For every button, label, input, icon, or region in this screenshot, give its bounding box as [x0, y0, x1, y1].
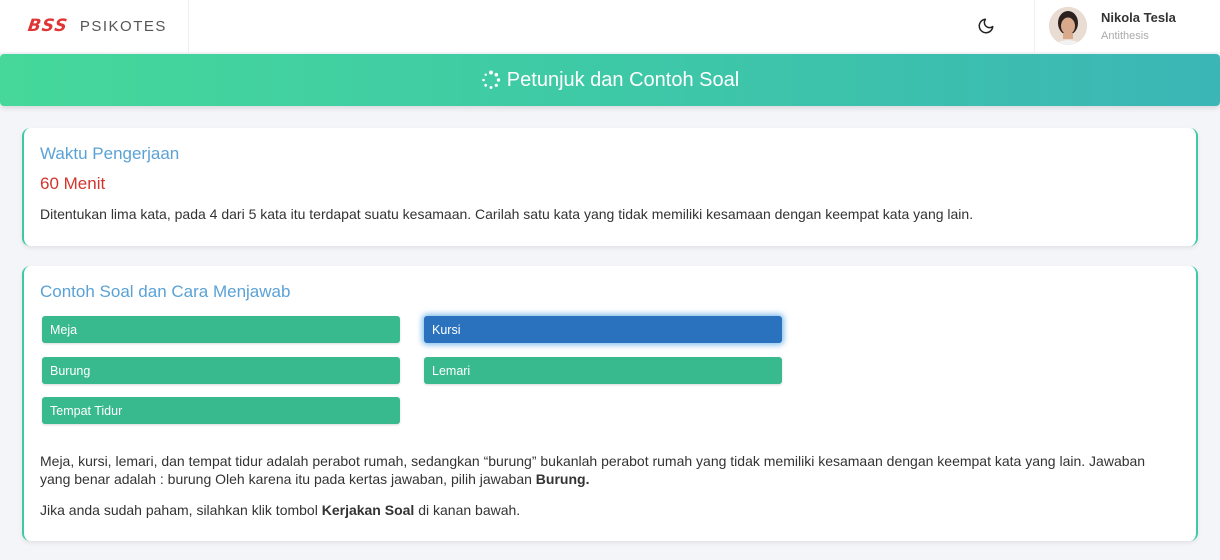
option-meja[interactable]: Meja [42, 316, 400, 343]
closing-paragraph: Jika anda sudah paham, silahkan klik tom… [40, 501, 1170, 519]
page-banner: Petunjuk dan Contoh Soal [0, 54, 1220, 106]
user-menu[interactable]: Nikola Tesla Antithesis [1034, 0, 1220, 52]
user-info: Nikola Tesla Antithesis [1101, 10, 1176, 42]
option-tempat-tidur[interactable]: Tempat Tidur [42, 397, 400, 424]
user-name: Nikola Tesla [1101, 10, 1176, 25]
avatar [1049, 7, 1087, 45]
answer-highlight: Burung. [535, 471, 590, 487]
spinner-icon [481, 70, 500, 89]
top-navbar: BSS PSIKOTES Nikola Tesla Antithesis [0, 0, 1220, 52]
instruction-text: Ditentukan lima kata, pada 4 dari 5 kata… [40, 206, 974, 222]
brand-logo: BSS [26, 16, 70, 36]
duration-text: 60 Menit [40, 174, 106, 193]
time-card-title: Waktu Pengerjaan [40, 144, 180, 163]
kerjakan-soal-highlight: Kerjakan Soal [321, 502, 415, 518]
option-lemari[interactable]: Lemari [424, 357, 782, 384]
brand[interactable]: BSS PSIKOTES [0, 0, 189, 52]
example-card-title: Contoh Soal dan Cara Menjawab [40, 282, 291, 301]
explanation-paragraph: Meja, kursi, lemari, dan tempat tidur ad… [40, 452, 1170, 488]
moon-icon [978, 18, 994, 34]
time-card: Waktu Pengerjaan 60 Menit Ditentukan lim… [22, 128, 1198, 246]
option-burung[interactable]: Burung [42, 357, 400, 384]
theme-toggle-button[interactable] [966, 6, 1006, 46]
option-kursi-selected[interactable]: Kursi [424, 316, 782, 343]
closing-prefix: Jika anda sudah paham, silahkan klik tom… [40, 502, 322, 518]
brand-name: PSIKOTES [79, 17, 167, 35]
user-role: Antithesis [1101, 30, 1149, 42]
page-title: Petunjuk dan Contoh Soal [506, 68, 740, 91]
explanation-text: Meja, kursi, lemari, dan tempat tidur ad… [40, 453, 1146, 487]
closing-suffix: di kanan bawah. [414, 502, 521, 518]
example-card: Contoh Soal dan Cara Menjawab Meja Kursi… [22, 266, 1198, 541]
